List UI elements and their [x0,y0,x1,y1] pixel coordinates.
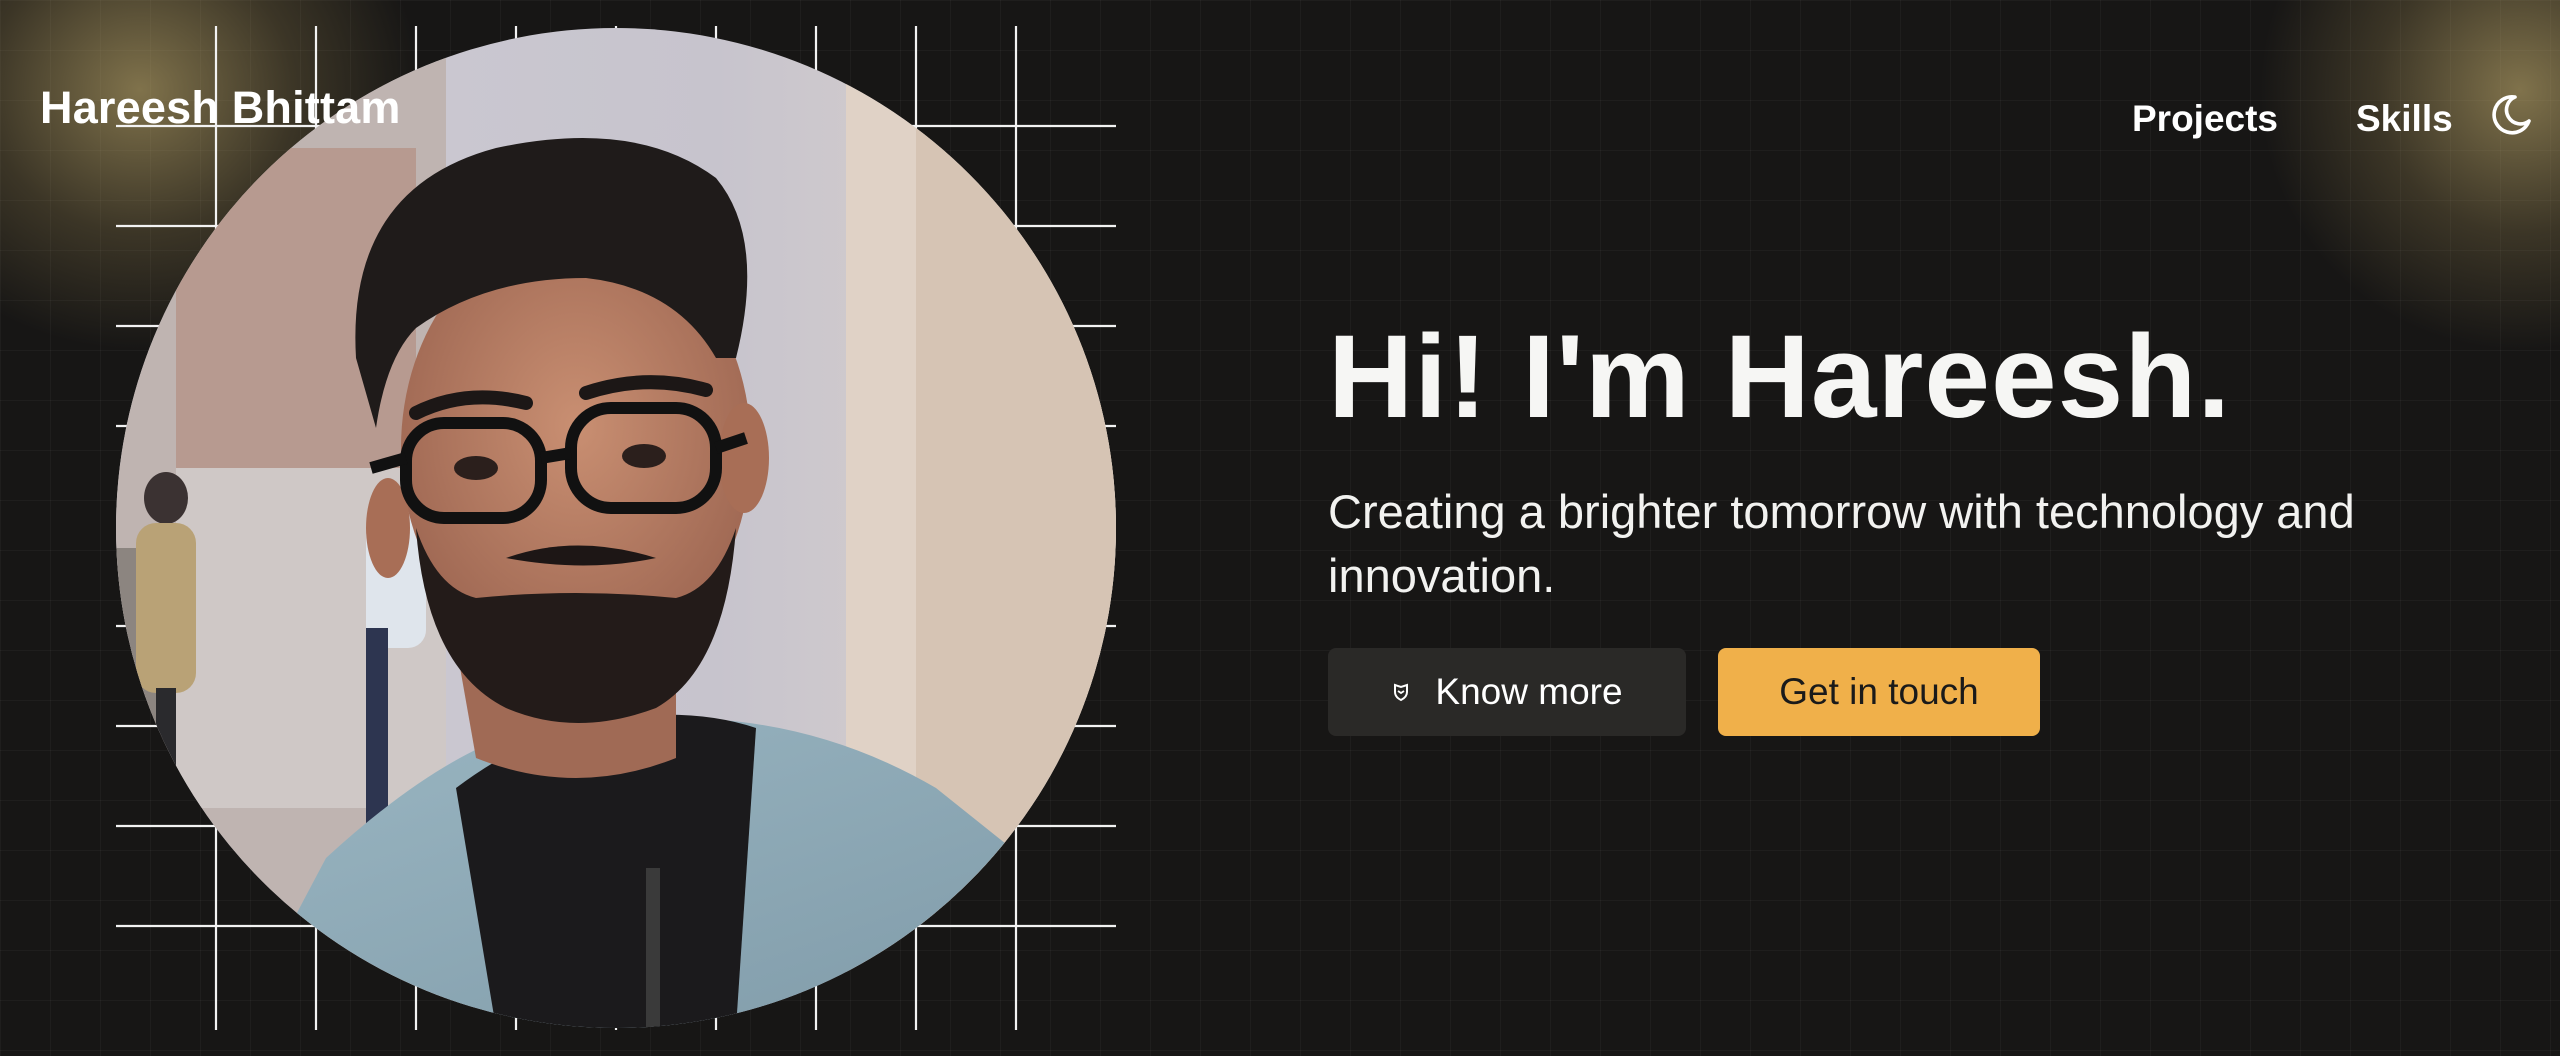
know-more-label: Know more [1435,671,1623,712]
hero-tagline: Creating a brighter tomorrow with techno… [1328,485,2355,602]
cta-buttons: Know more Get in touch [1328,648,2468,738]
get-in-touch-button[interactable]: Get in touch [1718,648,2040,736]
nav-projects-link[interactable]: Projects [2132,98,2278,140]
get-in-touch-label: Get in touch [1779,671,1979,712]
hero-content: Hi! I'm Hareesh. Creating a brighter tom… [1328,318,2468,736]
hero-heading: Hi! I'm Hareesh. [1328,318,2468,444]
portfolio-page: Hareesh Bhittam Projects Skills Hi! I'm … [0,0,2560,1056]
hero-visual [116,26,1116,1031]
shield-icon [1394,683,1409,702]
profile-portrait [116,28,1116,1028]
moon-icon [2492,94,2531,135]
theme-toggle-button[interactable] [2488,92,2534,138]
know-more-button[interactable]: Know more [1328,648,1686,736]
corner-glow-right [2260,0,2560,350]
hero-heading-text: Hi! I'm Hareesh. [1328,311,2232,443]
top-navigation: Projects Skills [0,92,2560,142]
nav-skills-link[interactable]: Skills [2356,98,2453,140]
